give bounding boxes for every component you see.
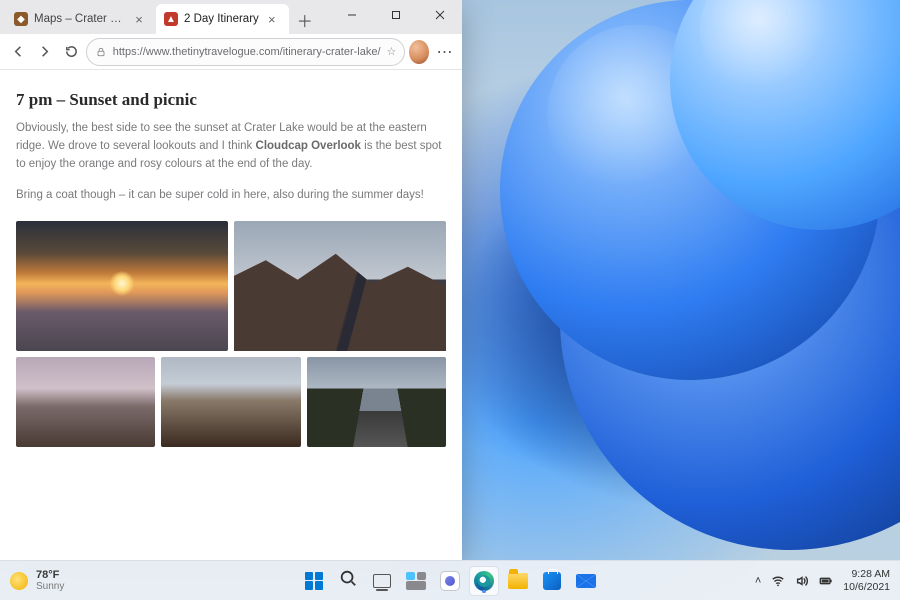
article-heading: 7 pm – Sunset and picnic xyxy=(16,90,446,110)
mail-button[interactable] xyxy=(572,567,600,595)
windows-logo-icon xyxy=(305,572,323,590)
photo-panorama-1[interactable] xyxy=(16,357,155,447)
more-menu-button[interactable]: ⋯ xyxy=(433,42,456,62)
refresh-button[interactable] xyxy=(59,37,84,67)
tab-close-icon[interactable]: × xyxy=(265,12,279,26)
tray-overflow-icon[interactable]: ˄ xyxy=(755,575,761,587)
minimize-button[interactable] xyxy=(330,0,374,30)
close-window-button[interactable] xyxy=(418,0,462,30)
tab-label: 2 Day Itinerary xyxy=(184,13,259,25)
start-button[interactable] xyxy=(300,567,328,595)
photo-gallery xyxy=(16,221,446,351)
article-paragraph: Obviously, the best side to see the suns… xyxy=(16,120,446,173)
battery-icon[interactable] xyxy=(819,574,833,588)
microsoft-store-button[interactable] xyxy=(538,567,566,595)
browser-window: ◆ Maps – Crater Lake × ▲ 2 Day Itinerary… xyxy=(0,0,462,560)
browser-toolbar: https://www.thetinytravelogue.com/itiner… xyxy=(0,34,462,70)
task-view-icon xyxy=(373,574,391,588)
folder-icon xyxy=(508,573,528,589)
store-icon xyxy=(543,572,561,590)
favicon-itinerary: ▲ xyxy=(164,12,178,26)
article-paragraph: Bring a coat though – it can be super co… xyxy=(16,187,446,205)
search-icon xyxy=(339,569,357,592)
lock-icon xyxy=(95,46,107,58)
taskbar-center xyxy=(300,567,600,595)
text-bold: Cloudcap Overlook xyxy=(256,140,361,152)
address-bar[interactable]: https://www.thetinytravelogue.com/itiner… xyxy=(86,38,406,66)
task-view-button[interactable] xyxy=(368,567,396,595)
photo-gallery-row2 xyxy=(16,357,446,447)
favicon-maps: ◆ xyxy=(14,12,28,26)
wifi-icon[interactable] xyxy=(771,574,785,588)
back-button[interactable] xyxy=(6,37,31,67)
tab-label: Maps – Crater Lake xyxy=(34,13,126,25)
tab-strip: ◆ Maps – Crater Lake × ▲ 2 Day Itinerary… xyxy=(0,0,462,34)
chat-icon xyxy=(441,572,459,590)
photo-sunset[interactable] xyxy=(16,221,228,351)
widgets-button[interactable] xyxy=(402,567,430,595)
page-content: 7 pm – Sunset and picnic Obviously, the … xyxy=(0,70,462,560)
edge-icon xyxy=(474,571,494,591)
weather-sun-icon xyxy=(10,572,28,590)
clock[interactable]: 9:28 AM 10/6/2021 xyxy=(843,568,890,592)
tab-itinerary[interactable]: ▲ 2 Day Itinerary × xyxy=(156,4,289,34)
clock-date: 10/6/2021 xyxy=(843,581,890,593)
taskbar: 78°F Sunny xyxy=(0,560,900,600)
tab-maps[interactable]: ◆ Maps – Crater Lake × xyxy=(6,4,156,34)
chat-button[interactable] xyxy=(436,567,464,595)
window-caption-buttons xyxy=(330,0,462,34)
maximize-button[interactable] xyxy=(374,0,418,30)
file-explorer-button[interactable] xyxy=(504,567,532,595)
search-button[interactable] xyxy=(334,567,362,595)
weather-temp: 78°F xyxy=(36,569,64,581)
wallpaper-bloom xyxy=(420,0,900,570)
photo-panorama-2[interactable] xyxy=(161,357,300,447)
new-tab-button[interactable]: ＋ xyxy=(291,6,319,34)
forward-button[interactable] xyxy=(33,37,58,67)
photo-ridge[interactable] xyxy=(234,221,446,351)
volume-icon[interactable] xyxy=(795,574,809,588)
profile-avatar[interactable] xyxy=(409,40,429,64)
clock-time: 9:28 AM xyxy=(843,568,890,580)
photo-panorama-3[interactable] xyxy=(307,357,446,447)
favorite-icon[interactable]: ☆ xyxy=(387,45,397,58)
address-url: https://www.thetinytravelogue.com/itiner… xyxy=(113,46,381,58)
weather-widget[interactable]: 78°F Sunny xyxy=(0,569,64,592)
widgets-icon xyxy=(406,572,426,590)
mail-icon xyxy=(576,574,596,588)
tab-close-icon[interactable]: × xyxy=(132,12,146,26)
weather-condition: Sunny xyxy=(36,581,64,592)
edge-taskbar-button[interactable] xyxy=(470,567,498,595)
system-tray[interactable]: ˄ 9:28 AM 10/6/2021 xyxy=(755,568,900,592)
